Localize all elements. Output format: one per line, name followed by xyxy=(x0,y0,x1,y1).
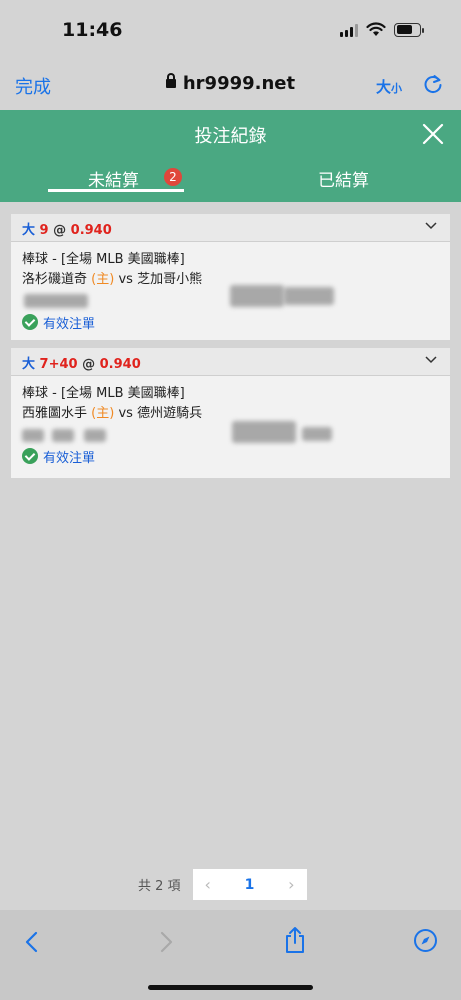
unsettled-count-badge: 2 xyxy=(164,168,182,186)
bet-type: 大 xyxy=(22,357,36,372)
home-team: 洛杉磯道奇 xyxy=(22,272,88,287)
battery-icon xyxy=(394,22,424,37)
check-icon xyxy=(22,314,38,330)
bet-league: 棒球 - [全場 MLB 美國職棒] xyxy=(22,386,185,401)
chevron-down-icon[interactable] xyxy=(424,355,438,365)
page-title: 投注紀錄 xyxy=(194,126,267,147)
bet-status: 有效注單 xyxy=(22,445,439,467)
bet-card: 大 7+40 @ 0.940 棒球 - [全場 MLB 美國職棒] 西雅圖水手 … xyxy=(11,348,450,478)
home-tag: (主) xyxy=(91,406,115,421)
bet-card-body: 棒球 - [全場 MLB 美國職棒] 洛杉磯道奇 (主) vs 芝加哥小熊 有效… xyxy=(11,242,450,333)
cellular-signal-icon xyxy=(340,23,358,37)
bet-league: 棒球 - [全場 MLB 美國職棒] xyxy=(22,252,185,267)
compass-icon[interactable] xyxy=(413,928,438,953)
status-bar: 11:46 xyxy=(0,0,461,60)
bet-odds: 0.940 xyxy=(70,223,112,238)
forward-icon[interactable] xyxy=(156,930,176,954)
check-icon xyxy=(22,448,38,464)
pager-total: 共 2 項 xyxy=(138,879,181,894)
bet-card-header[interactable]: 大 9 @ 0.940 xyxy=(11,214,450,242)
redacted-info xyxy=(22,285,439,311)
redacted-info xyxy=(22,421,439,445)
away-team: 德州遊騎兵 xyxy=(137,406,203,421)
bet-line: 7+40 xyxy=(39,357,78,372)
text-size-button[interactable]: 大小 xyxy=(376,76,402,97)
vs-text: vs xyxy=(118,272,133,287)
share-icon[interactable] xyxy=(283,926,307,954)
browser-toolbar: 完成 hr9999.net 大小 xyxy=(0,60,461,110)
pager-page-1[interactable]: 1 xyxy=(245,877,255,893)
tab-settled[interactable]: 已結算 xyxy=(318,166,369,191)
bet-line: 9 xyxy=(39,223,49,238)
bet-type: 大 xyxy=(22,223,36,238)
bet-status: 有效注單 xyxy=(22,311,439,333)
bet-card-header[interactable]: 大 7+40 @ 0.940 xyxy=(11,348,450,376)
back-icon[interactable] xyxy=(22,930,42,954)
chevron-down-icon[interactable] xyxy=(424,221,438,231)
bet-card: 大 9 @ 0.940 棒球 - [全場 MLB 美國職棒] 洛杉磯道奇 (主)… xyxy=(11,214,450,340)
bet-card-body: 棒球 - [全場 MLB 美國職棒] 西雅圖水手 (主) vs 德州遊騎兵 有效… xyxy=(11,376,450,467)
away-team: 芝加哥小熊 xyxy=(137,272,203,287)
bet-status-text: 有效注單 xyxy=(43,450,96,466)
active-tab-indicator xyxy=(48,189,184,192)
pager-prev-button[interactable]: ‹ xyxy=(205,875,211,894)
status-time: 11:46 xyxy=(62,19,123,41)
url-text: hr9999.net xyxy=(182,73,296,94)
tab-unsettled[interactable]: 未結算 xyxy=(88,166,139,191)
page-header: 投注紀錄 xyxy=(0,110,461,158)
vs-text: vs xyxy=(118,406,133,421)
bet-at: @ xyxy=(82,357,96,372)
pagination: 共 2 項 ‹ 1 › xyxy=(138,869,307,900)
home-team: 西雅圖水手 xyxy=(22,406,88,421)
status-icons xyxy=(340,22,424,37)
pager-controls: ‹ 1 › xyxy=(192,869,307,900)
home-tag: (主) xyxy=(91,272,115,287)
bet-teams: 西雅圖水手 (主) vs 德州遊騎兵 xyxy=(22,404,439,424)
close-icon[interactable] xyxy=(420,121,446,147)
pager-next-button[interactable]: › xyxy=(288,875,294,894)
bet-at: @ xyxy=(53,223,67,238)
browser-bottom-toolbar xyxy=(0,910,461,1000)
home-indicator xyxy=(148,985,313,990)
bet-status-text: 有效注單 xyxy=(43,316,96,332)
tab-bar: 未結算 2 已結算 xyxy=(0,158,461,202)
lock-icon xyxy=(165,73,176,88)
wifi-icon xyxy=(366,22,386,36)
bet-odds: 0.940 xyxy=(99,357,141,372)
reload-icon[interactable] xyxy=(422,73,444,95)
